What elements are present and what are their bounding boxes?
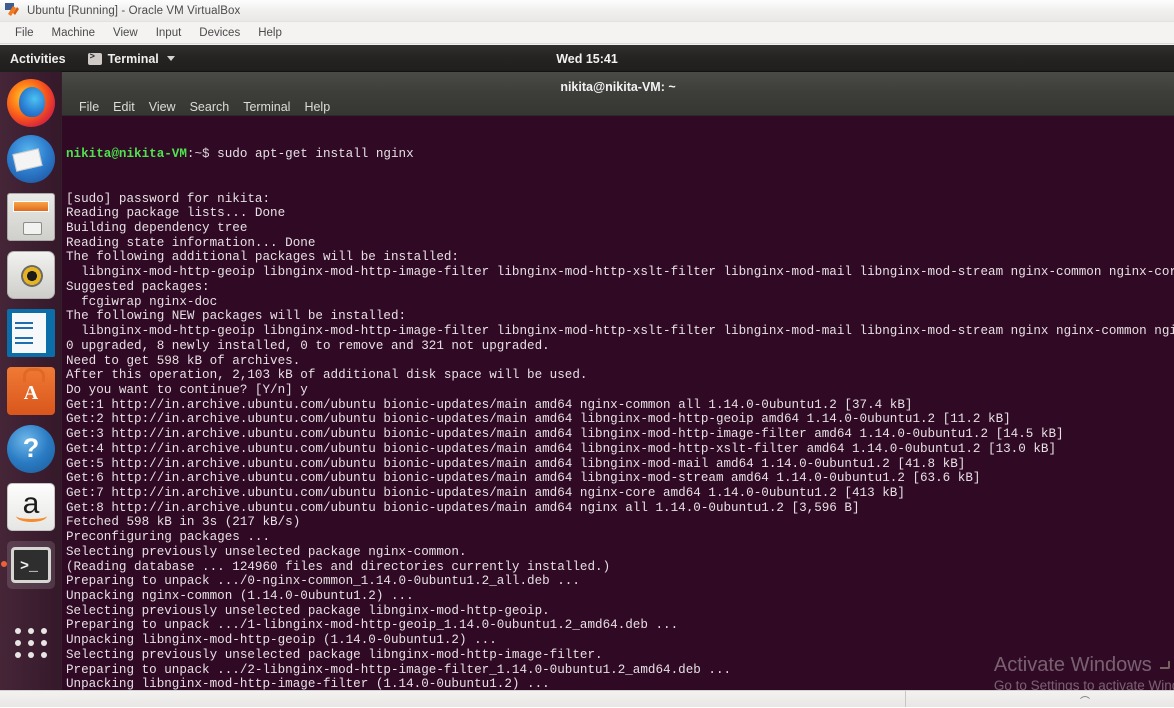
terminal-headerbar: nikita@nikita-VM: ~ File Edit View Searc…: [62, 72, 1174, 116]
terminal-line: Get:4 http://in.archive.ubuntu.com/ubunt…: [66, 442, 1174, 457]
ubuntu-guest-screen: Activities Terminal Wed 15:41: [0, 45, 1174, 690]
terminal-line: Selecting previously unselected package …: [66, 648, 1174, 663]
window-resize-grip[interactable]: [1160, 661, 1170, 669]
rhythmbox-icon: [7, 251, 55, 299]
terminal-line: Selecting previously unselected package …: [66, 604, 1174, 619]
show-applications-button[interactable]: [7, 617, 55, 665]
terminal-line: Do you want to continue? [Y/n] y: [66, 383, 1174, 398]
terminal-line: Get:2 http://in.archive.ubuntu.com/ubunt…: [66, 412, 1174, 427]
terminal-line: Need to get 598 kB of archives.: [66, 354, 1174, 369]
terminal-icon: [11, 547, 51, 583]
terminal-line: libnginx-mod-http-geoip libnginx-mod-htt…: [66, 324, 1174, 339]
terminal-line: fcgiwrap nginx-doc: [66, 295, 1174, 310]
launcher-item-help[interactable]: [7, 425, 55, 473]
help-icon: [7, 425, 55, 473]
virtualbox-title-text: Ubuntu [Running] - Oracle VM VirtualBox: [27, 5, 240, 17]
terminal-line: Selecting previously unselected package …: [66, 545, 1174, 560]
libreoffice-writer-icon: [7, 309, 55, 357]
terminal-scrollback: [sudo] password for nikita:Reading packa…: [66, 192, 1174, 690]
terminal-line: Preconfiguring packages ...: [66, 530, 1174, 545]
ubuntu-launcher-dock: [0, 72, 62, 690]
shell-command: sudo apt-get install nginx: [217, 147, 414, 161]
launcher-item-ubuntu-software[interactable]: [7, 367, 55, 415]
taskbar-divider: [905, 691, 906, 707]
firefox-icon: [7, 79, 55, 127]
terminal-menu-file[interactable]: File: [72, 99, 106, 115]
menu-machine[interactable]: Machine: [43, 25, 104, 41]
shell-prompt-path: :~$: [187, 147, 217, 161]
terminal-line: Building dependency tree: [66, 221, 1174, 236]
terminal-line: (Reading database ... 124960 files and d…: [66, 560, 1174, 575]
thunderbird-icon: [7, 135, 55, 183]
terminal-menu-terminal[interactable]: Terminal: [236, 99, 297, 115]
terminal-line: Get:8 http://in.archive.ubuntu.com/ubunt…: [66, 501, 1174, 516]
activities-button[interactable]: Activities: [0, 52, 80, 66]
menu-view[interactable]: View: [104, 25, 147, 41]
launcher-item-rhythmbox[interactable]: [7, 251, 55, 299]
terminal-command-line: nikita@nikita-VM:~$ sudo apt-get install…: [66, 147, 1174, 162]
gnome-top-bar: Activities Terminal Wed 15:41: [0, 45, 1174, 72]
terminal-line: 0 upgraded, 8 newly installed, 0 to remo…: [66, 339, 1174, 354]
terminal-line: The following additional packages will b…: [66, 250, 1174, 265]
launcher-item-amazon[interactable]: [7, 483, 55, 531]
terminal-line: Preparing to unpack .../2-libnginx-mod-h…: [66, 663, 1174, 678]
terminal-menubar[interactable]: File Edit View Search Terminal Help: [72, 99, 337, 115]
host-taskbar: ⌒: [0, 690, 1174, 707]
app-menu-terminal[interactable]: Terminal: [80, 52, 183, 66]
terminal-line: Get:7 http://in.archive.ubuntu.com/ubunt…: [66, 486, 1174, 501]
terminal-menu-view[interactable]: View: [142, 99, 183, 115]
terminal-line: Unpacking libnginx-mod-http-image-filter…: [66, 677, 1174, 690]
launcher-item-files[interactable]: [7, 193, 55, 241]
files-icon: [7, 193, 55, 241]
ubuntu-software-icon: [7, 367, 55, 415]
launcher-item-terminal[interactable]: [7, 541, 55, 589]
terminal-line: Reading package lists... Done: [66, 206, 1174, 221]
amazon-icon: [7, 483, 55, 531]
terminal-line: Fetched 598 kB in 3s (217 kB/s): [66, 515, 1174, 530]
chevron-down-icon: [167, 56, 175, 61]
terminal-output-area[interactable]: nikita@nikita-VM:~$ sudo apt-get install…: [62, 116, 1174, 690]
terminal-icon: [88, 53, 102, 65]
terminal-title: nikita@nikita-VM: ~: [62, 80, 1174, 94]
terminal-line: Reading state information... Done: [66, 236, 1174, 251]
app-menu-label: Terminal: [108, 52, 159, 66]
terminal-line: libnginx-mod-http-geoip libnginx-mod-htt…: [66, 265, 1174, 280]
terminal-menu-edit[interactable]: Edit: [106, 99, 142, 115]
terminal-line: Get:3 http://in.archive.ubuntu.com/ubunt…: [66, 427, 1174, 442]
menu-help[interactable]: Help: [249, 25, 291, 41]
terminal-line: Suggested packages:: [66, 280, 1174, 295]
terminal-line: Get:1 http://in.archive.ubuntu.com/ubunt…: [66, 398, 1174, 413]
menu-input[interactable]: Input: [147, 25, 191, 41]
launcher-item-thunderbird[interactable]: [7, 135, 55, 183]
virtualbox-menubar[interactable]: File Machine View Input Devices Help: [0, 22, 1174, 44]
terminal-line: Get:5 http://in.archive.ubuntu.com/ubunt…: [66, 457, 1174, 472]
terminal-line: Get:6 http://in.archive.ubuntu.com/ubunt…: [66, 471, 1174, 486]
launcher-item-libreoffice-writer[interactable]: [7, 309, 55, 357]
virtualbox-titlebar: Ubuntu [Running] - Oracle VM VirtualBox: [0, 0, 1174, 22]
menu-file[interactable]: File: [6, 25, 43, 41]
terminal-line: Unpacking libnginx-mod-http-geoip (1.14.…: [66, 633, 1174, 648]
terminal-line: Unpacking nginx-common (1.14.0-0ubuntu1.…: [66, 589, 1174, 604]
virtualbox-window: Ubuntu [Running] - Oracle VM VirtualBox …: [0, 0, 1174, 707]
menu-devices[interactable]: Devices: [190, 25, 249, 41]
terminal-menu-search[interactable]: Search: [183, 99, 237, 115]
launcher-item-firefox[interactable]: [7, 79, 55, 127]
taskbar-glyph-icon: ⌒: [1080, 693, 1090, 708]
terminal-line: Preparing to unpack .../0-nginx-common_1…: [66, 574, 1174, 589]
terminal-line: [sudo] password for nikita:: [66, 192, 1174, 207]
terminal-line: After this operation, 2,103 kB of additi…: [66, 368, 1174, 383]
terminal-line: The following NEW packages will be insta…: [66, 309, 1174, 324]
terminal-line: Preparing to unpack .../1-libnginx-mod-h…: [66, 618, 1174, 633]
shell-prompt-user: nikita@nikita-VM: [66, 147, 187, 161]
gnome-terminal-window: nikita@nikita-VM: ~ File Edit View Searc…: [62, 72, 1174, 690]
terminal-menu-help[interactable]: Help: [297, 99, 337, 115]
virtualbox-icon: [5, 3, 20, 18]
